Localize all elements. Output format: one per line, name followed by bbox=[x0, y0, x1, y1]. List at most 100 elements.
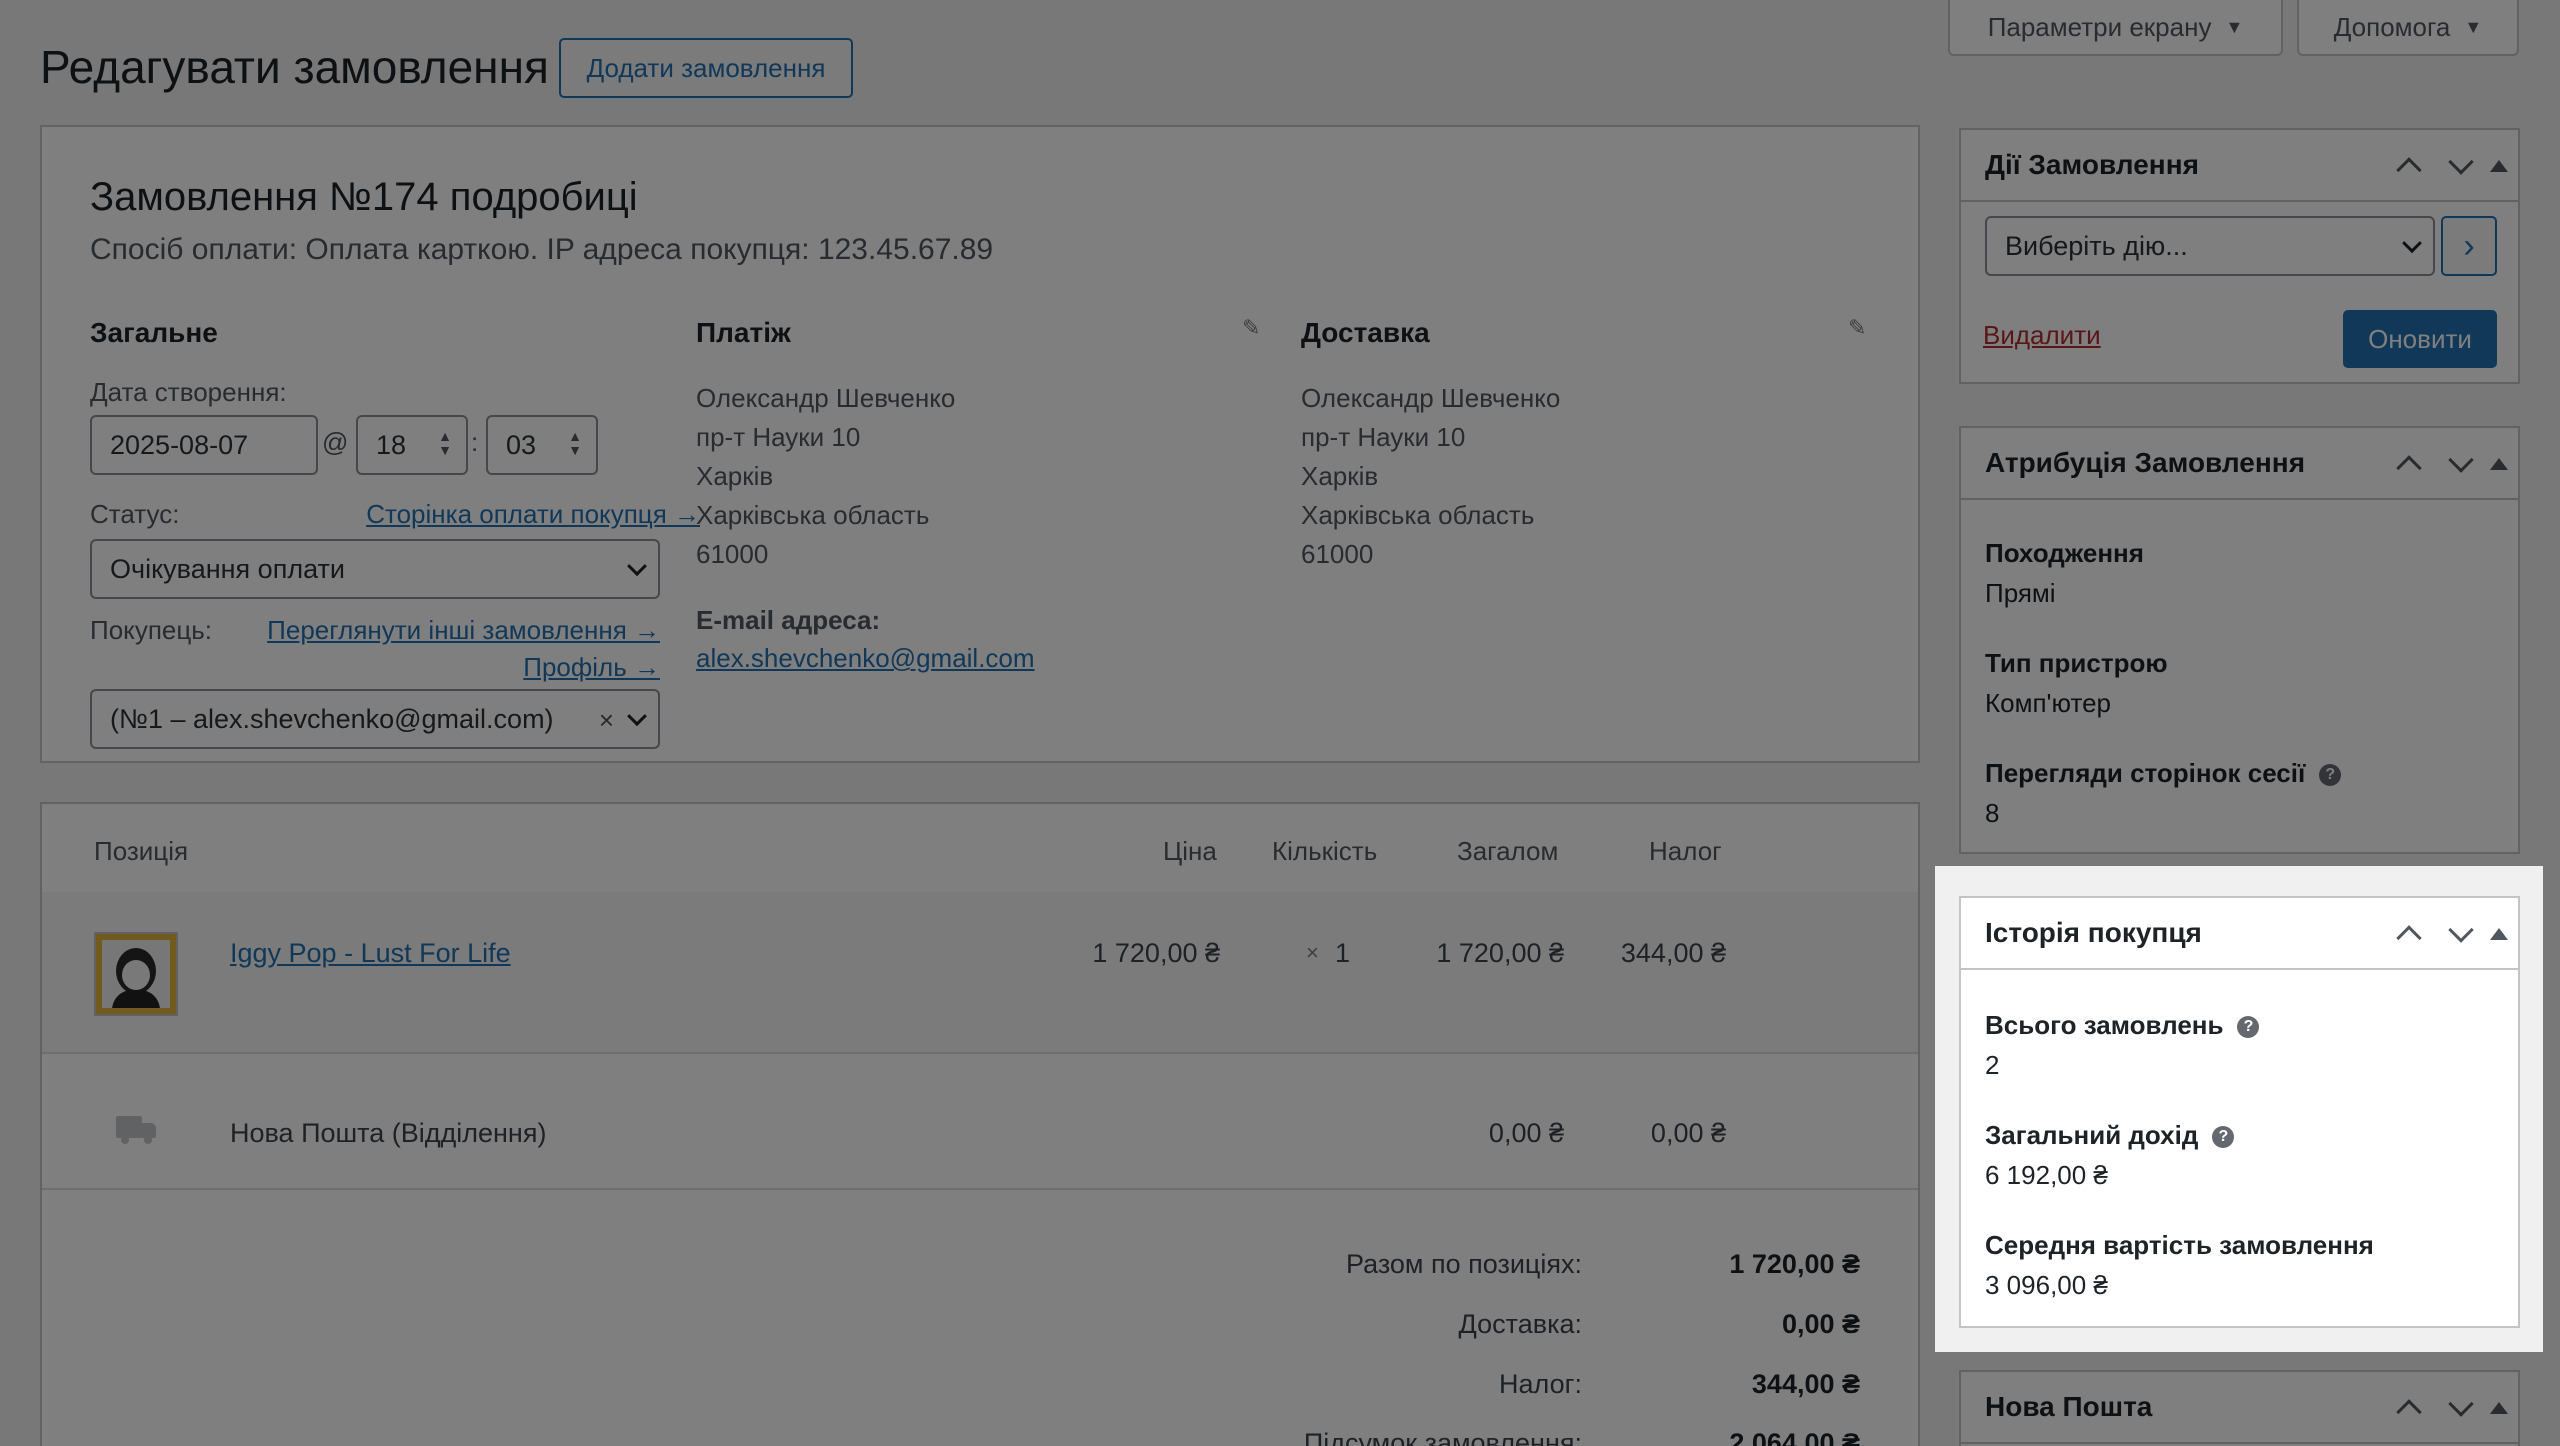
triangle-up-icon bbox=[2490, 928, 2508, 940]
product-link[interactable]: Iggy Pop - Lust For Life bbox=[230, 938, 511, 969]
help-icon[interactable]: ? bbox=[2212, 1126, 2235, 1149]
pageviews-value: 8 bbox=[1985, 798, 2000, 828]
email-label: E-mail адреса: bbox=[696, 605, 881, 635]
triangle-down-icon: ▼ bbox=[2464, 16, 2483, 37]
status-select[interactable]: Очікування оплати bbox=[90, 539, 660, 599]
date-value: 2025-08-07 bbox=[110, 429, 249, 460]
move-up-button[interactable] bbox=[2396, 428, 2422, 500]
shipping-line-name: Нова Пошта (Відділення) bbox=[230, 1118, 547, 1148]
product-thumbnail bbox=[94, 932, 178, 1016]
order-meta: Спосіб оплати: Оплата карткою. IP адреса… bbox=[90, 233, 994, 266]
toggle-panel-button[interactable] bbox=[2490, 130, 2508, 202]
product-total: 1 720,00 ₴ bbox=[1436, 938, 1564, 968]
triangle-down-icon: ▼ bbox=[2225, 16, 2244, 37]
email-link[interactable]: alex.shevchenko@gmail.com bbox=[696, 643, 1035, 674]
profile-link[interactable]: Профіль → bbox=[523, 652, 660, 683]
shipping-line-tax: 0,00 ₴ bbox=[1650, 1118, 1726, 1148]
address-line: пр-т Науки 10 bbox=[696, 422, 861, 452]
chevron-up-icon bbox=[2396, 157, 2422, 183]
product-tax: 344,00 ₴ bbox=[1620, 938, 1726, 968]
address-line: 61000 bbox=[696, 539, 769, 569]
hour-value: 18 bbox=[376, 429, 407, 460]
address-line: Харківська область bbox=[696, 500, 930, 530]
clear-icon[interactable]: × bbox=[599, 705, 614, 736]
move-down-button[interactable] bbox=[2448, 898, 2474, 970]
chevron-up-icon bbox=[2396, 1399, 2422, 1425]
customer-history-title: Історія покупця bbox=[1961, 898, 2518, 970]
device-label: Тип пристрою bbox=[1985, 648, 2168, 678]
move-up-button[interactable] bbox=[2396, 130, 2422, 202]
qty-times: × bbox=[1306, 940, 1319, 965]
address-line: пр-т Науки 10 bbox=[1301, 422, 1466, 452]
at-sign: @ bbox=[322, 427, 349, 457]
toggle-panel-button[interactable] bbox=[2490, 898, 2508, 970]
toggle-panel-button[interactable] bbox=[2490, 1372, 2508, 1444]
apply-action-button[interactable]: › bbox=[2441, 216, 2497, 276]
address-line: Харків bbox=[1301, 461, 1379, 491]
add-order-button[interactable]: Додати замовлення bbox=[559, 38, 853, 98]
spinner-icon[interactable]: ▲ ▼ bbox=[438, 429, 452, 457]
order-heading: Замовлення №174 подробиці bbox=[90, 175, 638, 219]
product-price: 1 720,00 ₴ bbox=[1092, 938, 1220, 968]
subtotal-value: 1 720,00 ₴ bbox=[1729, 1249, 1860, 1279]
origin-label: Походження bbox=[1985, 538, 2144, 568]
chevron-up-icon bbox=[2396, 925, 2422, 951]
edit-billing-pencil-icon[interactable]: ✎ bbox=[1242, 315, 1260, 341]
help-icon[interactable]: ? bbox=[2319, 764, 2342, 787]
order-details-panel: Замовлення №174 подробиці Спосіб оплати:… bbox=[40, 125, 1920, 763]
toggle-panel-button[interactable] bbox=[2490, 428, 2508, 500]
total-orders-label-text: Всього замовлень bbox=[1985, 1010, 2224, 1040]
col-qty-header: Кількість bbox=[1272, 836, 1378, 866]
billing-address: Олександр Шевченко пр-т Науки 10 Харків … bbox=[696, 379, 955, 574]
date-created-label: Дата створення: bbox=[90, 377, 287, 407]
chevron-right-icon: › bbox=[2463, 226, 2475, 265]
customer-value: (№1 – alex.shevchenko@gmail.com) bbox=[110, 703, 554, 734]
help-button[interactable]: Допомога ▼ bbox=[2297, 0, 2519, 56]
address-line: Олександр Шевченко bbox=[1301, 383, 1561, 413]
status-label: Статус: bbox=[90, 499, 180, 529]
box-title: Нова Пошта bbox=[1985, 1391, 2153, 1422]
spinner-icon[interactable]: ▲ ▼ bbox=[568, 429, 582, 457]
move-up-button[interactable] bbox=[2396, 898, 2422, 970]
address-line: Олександр Шевченко bbox=[696, 383, 956, 413]
minute-input[interactable]: 03 ▲ ▼ bbox=[486, 415, 598, 475]
move-up-button[interactable] bbox=[2396, 1372, 2422, 1444]
shipping-total-label: Доставка: bbox=[1458, 1309, 1582, 1339]
screen-options-button[interactable]: Параметри екрану ▼ bbox=[1948, 0, 2283, 56]
box-title: Дії Замовлення bbox=[1985, 149, 2199, 180]
attribution-box: Атрибуція Замовлення Походження Прямі Ти… bbox=[1959, 426, 2520, 854]
action-select[interactable]: Виберіть дію... bbox=[1985, 216, 2435, 276]
general-heading: Загальне bbox=[90, 317, 218, 348]
avg-order-label: Середня вартість замовлення bbox=[1985, 1230, 2374, 1260]
chevron-down-icon bbox=[2448, 447, 2474, 473]
update-button[interactable]: Оновити bbox=[2343, 310, 2497, 368]
address-line: 61000 bbox=[1301, 539, 1374, 569]
order-total-label: Підсумок замовлення: bbox=[1303, 1428, 1582, 1446]
delete-link[interactable]: Видалити bbox=[1983, 320, 2101, 351]
order-actions-title: Дії Замовлення bbox=[1961, 130, 2518, 202]
date-input[interactable]: 2025-08-07 bbox=[90, 415, 318, 475]
move-down-button[interactable] bbox=[2448, 1372, 2474, 1444]
billing-heading: Платіж bbox=[696, 317, 791, 348]
status-value: Очікування оплати bbox=[110, 553, 345, 584]
other-orders-link[interactable]: Переглянути інші замовлення → bbox=[267, 615, 660, 646]
col-price-header: Ціна bbox=[1163, 836, 1217, 866]
help-icon[interactable]: ? bbox=[2237, 1016, 2260, 1039]
box-title: Атрибуція Замовлення bbox=[1985, 447, 2306, 478]
page-title: Редагувати замовлення bbox=[40, 41, 549, 93]
shipping-address: Олександр Шевченко пр-т Науки 10 Харків … bbox=[1301, 379, 1560, 574]
customer-select[interactable]: (№1 – alex.shevchenko@gmail.com) × bbox=[90, 689, 660, 749]
move-down-button[interactable] bbox=[2448, 130, 2474, 202]
edit-shipping-pencil-icon[interactable]: ✎ bbox=[1848, 315, 1866, 341]
chevron-down-icon bbox=[2448, 149, 2474, 175]
hour-input[interactable]: 18 ▲ ▼ bbox=[356, 415, 468, 475]
device-value: Комп'ютер bbox=[1985, 688, 2111, 718]
avg-order-value: 3 096,00 ₴ bbox=[1985, 1270, 2108, 1300]
move-down-button[interactable] bbox=[2448, 428, 2474, 500]
total-revenue-label-text: Загальний дохід bbox=[1985, 1120, 2199, 1150]
col-total-header: Загалом bbox=[1457, 836, 1559, 866]
chevron-down-icon bbox=[2448, 917, 2474, 943]
minute-value: 03 bbox=[506, 429, 537, 460]
payment-page-link[interactable]: Сторінка оплати покупця → bbox=[366, 499, 700, 530]
triangle-up-icon bbox=[2490, 458, 2508, 470]
